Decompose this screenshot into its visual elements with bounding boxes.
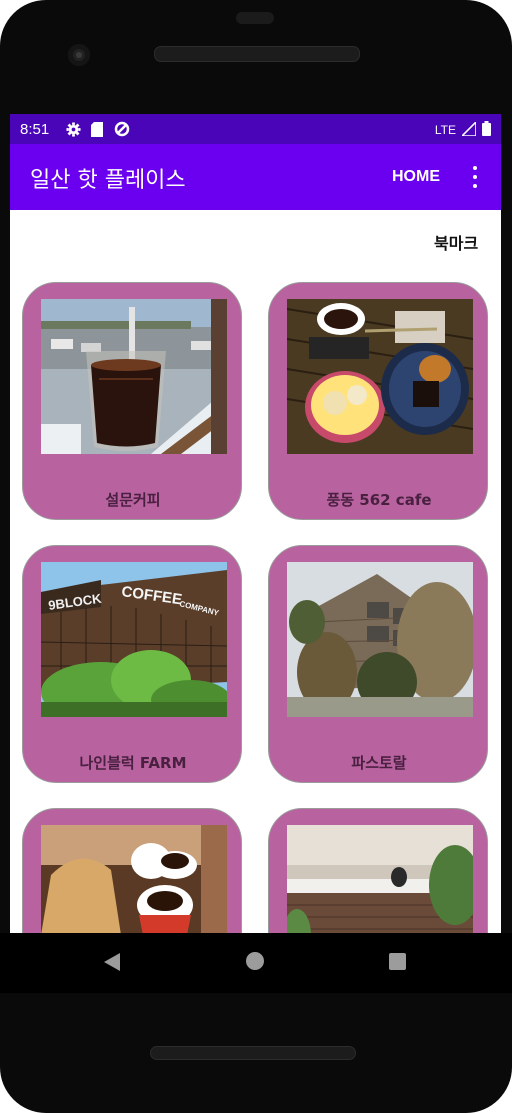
place-name: 설문커피 bbox=[105, 491, 161, 509]
front-camera bbox=[68, 44, 90, 66]
sd-card-icon bbox=[91, 121, 104, 141]
place-card[interactable]: 설문커피 bbox=[22, 282, 242, 520]
place-card[interactable]: 파스토랄 bbox=[268, 545, 488, 783]
earpiece-grill bbox=[154, 46, 360, 62]
place-card[interactable] bbox=[268, 808, 488, 933]
home-button[interactable]: HOME bbox=[392, 168, 440, 186]
more-vert-icon[interactable] bbox=[468, 166, 482, 188]
place-name: 파스토랄 bbox=[351, 754, 407, 772]
back-icon[interactable] bbox=[104, 953, 120, 971]
place-card[interactable]: 9BLOCK COFFEE COMPANY 나인블럭 FARM bbox=[22, 545, 242, 783]
bottom-speaker-grill bbox=[150, 1046, 356, 1060]
phone-frame: 8:51 LTE 일산 핫 플레이스 HOME 북마크 설문커피 풍동 562 … bbox=[0, 0, 512, 1113]
place-card[interactable]: 풍동 562 cafe bbox=[268, 282, 488, 520]
recent-apps-icon[interactable] bbox=[389, 953, 406, 970]
app-screen: 8:51 LTE 일산 핫 플레이스 HOME 북마크 설문커피 풍동 562 … bbox=[10, 114, 501, 933]
place-photo bbox=[41, 299, 227, 454]
top-speaker bbox=[236, 12, 274, 24]
place-name: 풍동 562 cafe bbox=[326, 491, 432, 509]
data-saver-icon bbox=[114, 121, 130, 141]
signal-icon bbox=[460, 119, 477, 139]
status-time: 8:51 bbox=[20, 121, 50, 138]
app-bar: 일산 핫 플레이스 HOME bbox=[10, 144, 501, 210]
place-photo bbox=[287, 562, 473, 717]
place-name: 나인블럭 FARM bbox=[79, 754, 187, 772]
place-photo: 9BLOCK COFFEE COMPANY bbox=[41, 562, 227, 717]
place-photo bbox=[287, 825, 473, 933]
bookmark-button[interactable]: 북마크 bbox=[434, 230, 478, 254]
place-photo bbox=[41, 825, 227, 933]
home-icon[interactable] bbox=[246, 952, 264, 970]
app-title: 일산 핫 플레이스 bbox=[30, 168, 186, 193]
network-type: LTE bbox=[434, 123, 456, 137]
status-bar: 8:51 LTE bbox=[10, 114, 501, 144]
place-card[interactable] bbox=[22, 808, 242, 933]
battery-icon bbox=[482, 121, 491, 139]
place-photo bbox=[287, 299, 473, 454]
gear-icon bbox=[66, 121, 81, 141]
